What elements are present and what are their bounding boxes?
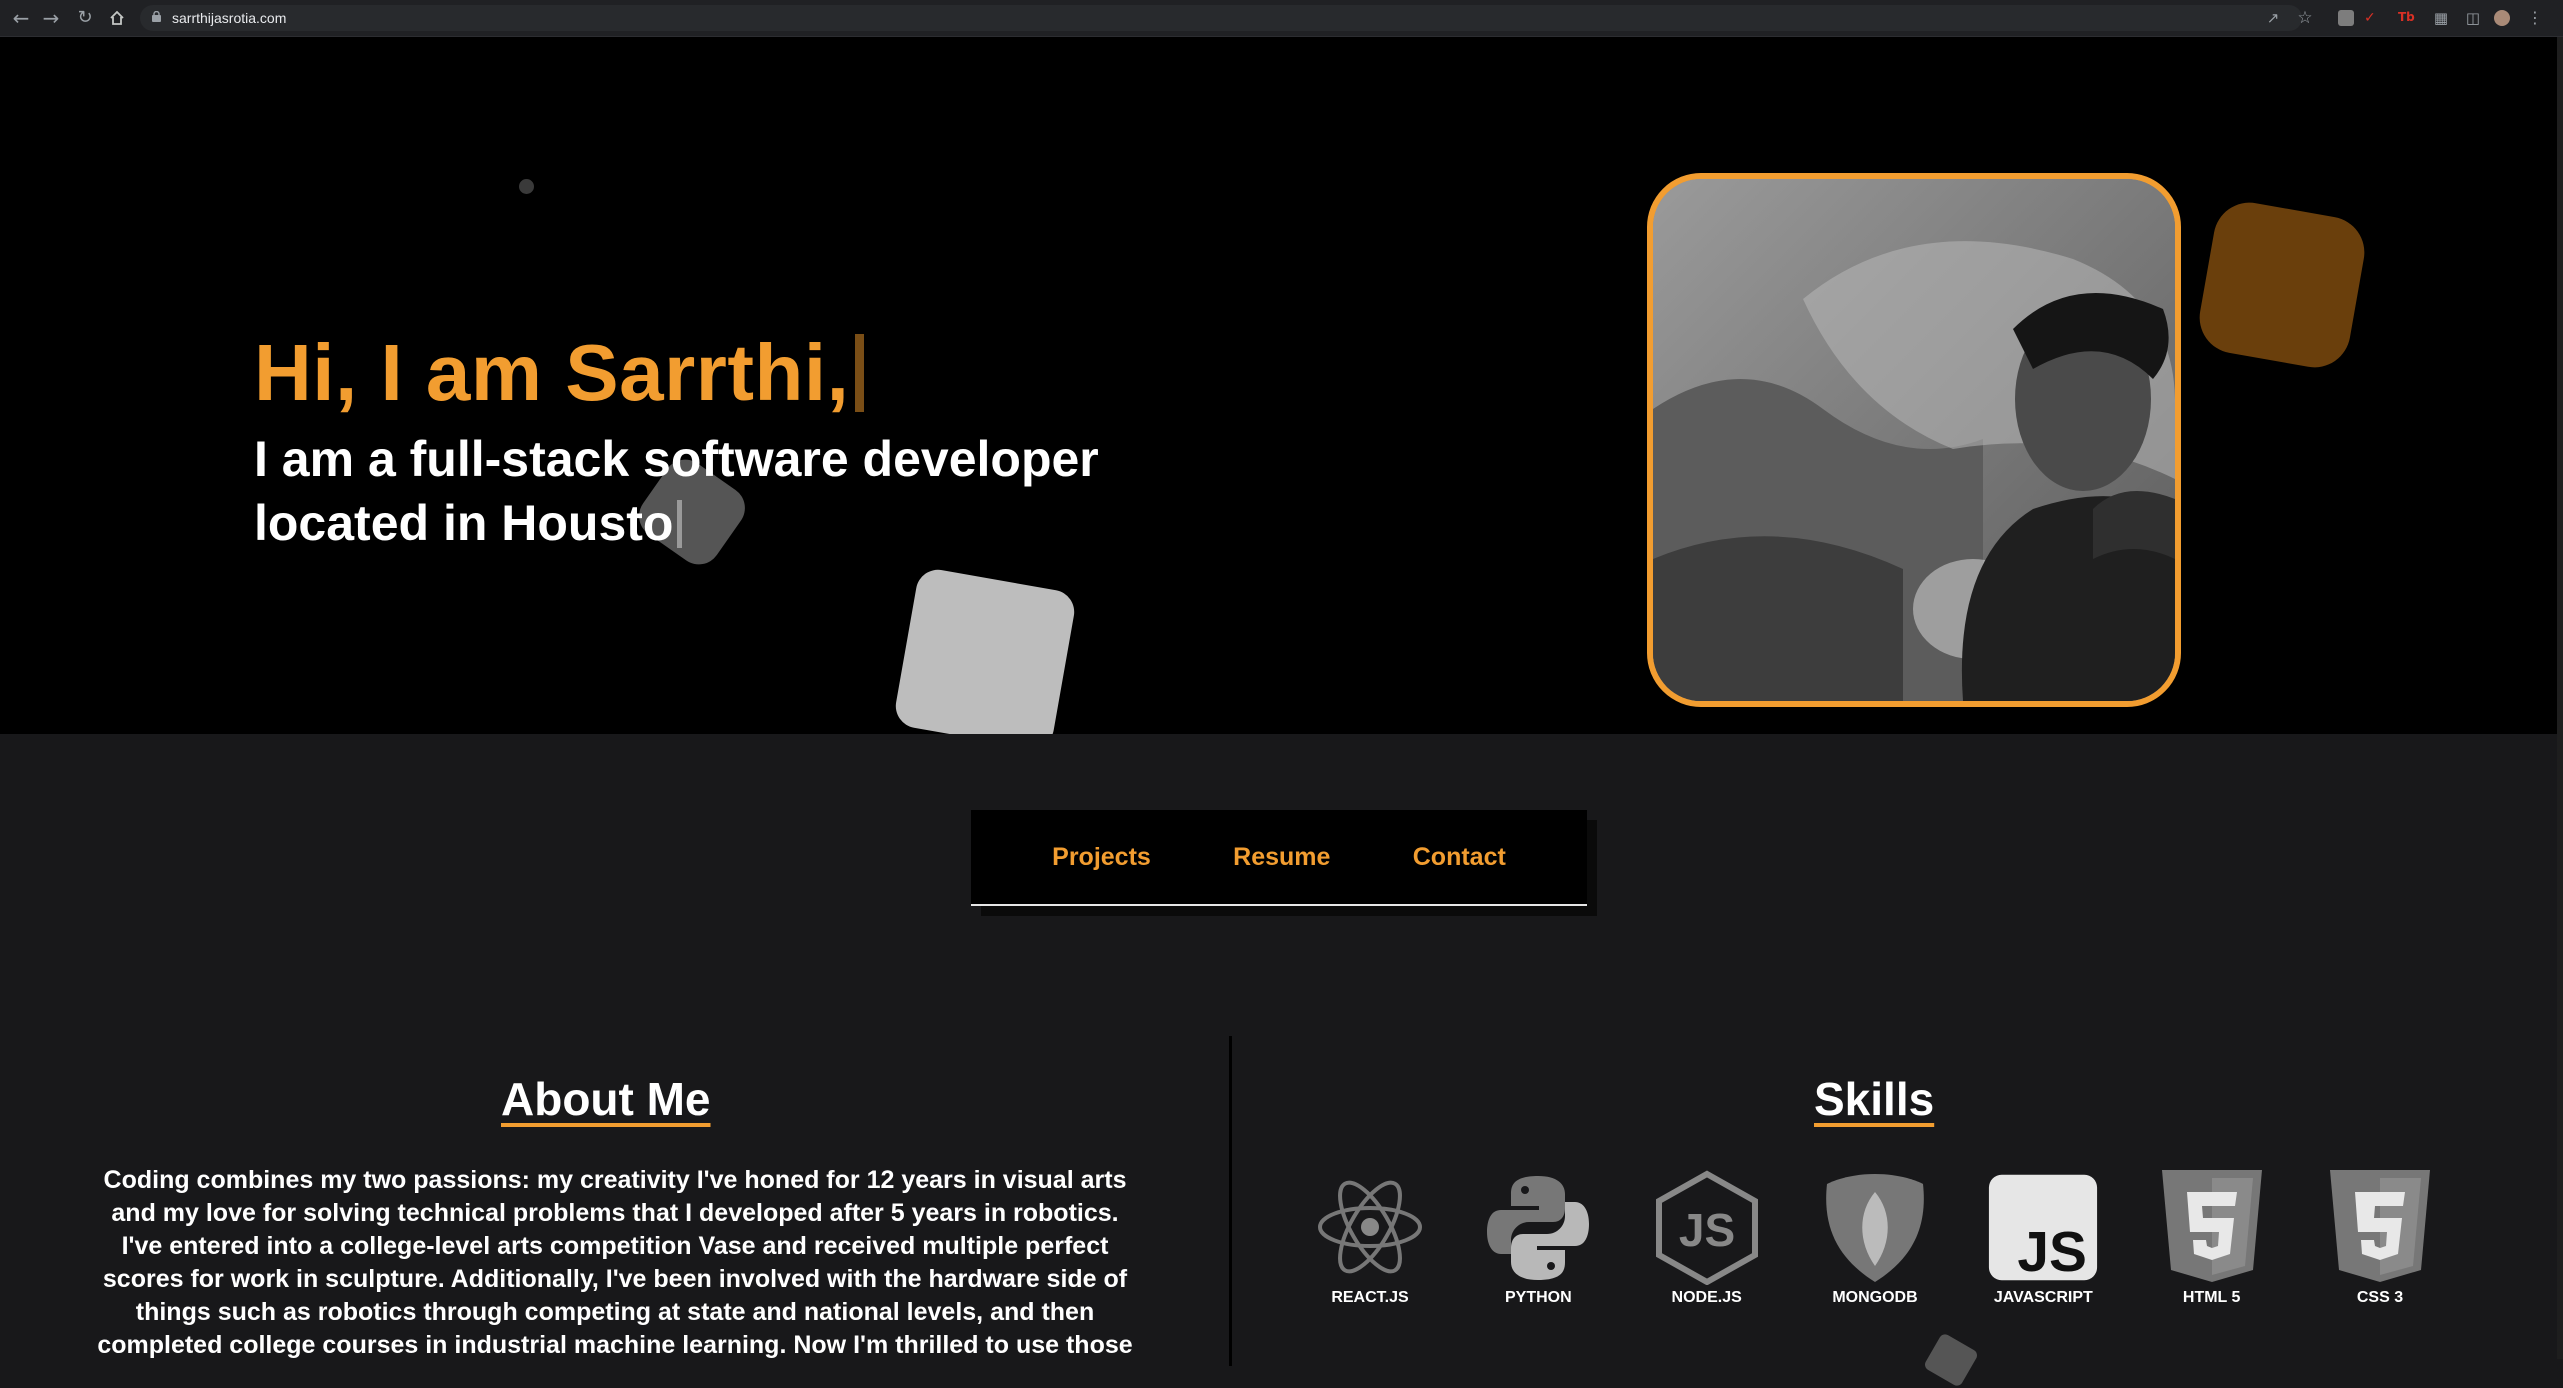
browser-toolbar: ← → ↻ sarrthijasrotia.com ↗ ☆ ✓ Tb ▦ ◫ ⋮ bbox=[0, 0, 2563, 37]
skill-label: REACT.JS bbox=[1331, 1289, 1409, 1306]
about-text: Coding combines my two passions: my crea… bbox=[97, 1166, 1133, 1359]
bookmark-star-icon[interactable]: ☆ bbox=[2294, 7, 2316, 29]
decorative-dot bbox=[519, 179, 534, 194]
section-divider bbox=[1229, 1036, 1232, 1366]
skill-item: MONGODB bbox=[1815, 1170, 1935, 1330]
greeting-text: Hi, I am Sarrthi, bbox=[254, 328, 850, 417]
css3-icon bbox=[2329, 1170, 2430, 1282]
nav-projects-link[interactable]: Projects bbox=[1052, 843, 1151, 872]
skills-title: Skills bbox=[1814, 1073, 1935, 1125]
menu-kebab-icon[interactable]: ⋮ bbox=[2524, 7, 2546, 29]
skill-item: CSS 3 bbox=[2320, 1170, 2440, 1330]
reload-icon[interactable]: ↻ bbox=[74, 7, 96, 29]
about-title: About Me bbox=[501, 1073, 711, 1125]
extension-icon[interactable] bbox=[2338, 10, 2354, 26]
skill-item: JS JAVASCRIPT bbox=[1983, 1170, 2103, 1330]
sidepanel-icon[interactable]: ◫ bbox=[2462, 7, 2484, 29]
react-icon bbox=[1318, 1180, 1422, 1274]
typing-cursor bbox=[677, 500, 683, 548]
hero-section: Hi, I am Sarrthi, I am a full-stack soft… bbox=[0, 37, 2563, 734]
html5-icon bbox=[2161, 1170, 2262, 1282]
lock-icon bbox=[152, 11, 161, 22]
scrollbar[interactable] bbox=[2557, 37, 2563, 1359]
nodejs-icon: JS bbox=[1655, 1170, 1758, 1285]
skill-label: CSS 3 bbox=[2356, 1289, 2404, 1306]
tagline-line1: I am a full-stack software developer bbox=[254, 431, 1099, 487]
profile-avatar-icon[interactable] bbox=[2494, 10, 2510, 26]
nav-resume-link[interactable]: Resume bbox=[1233, 843, 1330, 872]
pen-extension-icon[interactable]: ✓ bbox=[2364, 10, 2380, 26]
share-icon[interactable]: ↗ bbox=[2262, 7, 2284, 29]
hero-greeting: Hi, I am Sarrthi, bbox=[254, 327, 865, 419]
skill-label: MONGODB bbox=[1832, 1289, 1918, 1306]
javascript-icon: JS bbox=[1989, 1174, 2098, 1284]
python-icon bbox=[1487, 1176, 1590, 1280]
skill-label: HTML 5 bbox=[2182, 1289, 2241, 1306]
nav-contact-link[interactable]: Contact bbox=[1413, 843, 1506, 872]
skill-label: JAVASCRIPT bbox=[1993, 1289, 2093, 1306]
back-icon[interactable]: ← bbox=[10, 7, 32, 29]
skill-item: REACT.JS bbox=[1310, 1170, 1430, 1330]
address-bar[interactable] bbox=[140, 5, 2302, 31]
url-text[interactable]: sarrthijasrotia.com bbox=[172, 10, 286, 26]
decorative-shape bbox=[1922, 1332, 1980, 1388]
skill-item: HTML 5 bbox=[2152, 1170, 2272, 1330]
skills-list: REACT.JS PYTHON JS NODE.JS MONGODB JS JA… bbox=[1310, 1170, 2440, 1330]
decorative-shape bbox=[892, 566, 1078, 734]
extension-red-icon[interactable]: Tb bbox=[2398, 10, 2415, 26]
puzzle-icon[interactable]: ▦ bbox=[2430, 7, 2452, 29]
skill-label: PYTHON bbox=[1504, 1289, 1572, 1306]
svg-text:JS: JS bbox=[2018, 1221, 2088, 1284]
decorative-shape bbox=[2193, 196, 2371, 374]
forward-icon[interactable]: → bbox=[40, 7, 62, 29]
hero-tagline: I am a full-stack software developer loc… bbox=[254, 427, 1154, 555]
main-navigation: Projects Resume Contact bbox=[971, 810, 1587, 906]
typing-cursor bbox=[855, 334, 865, 412]
tagline-line2: located in Housto bbox=[254, 495, 674, 551]
svg-text:JS: JS bbox=[1679, 1204, 1735, 1256]
skill-item: PYTHON bbox=[1478, 1170, 1598, 1330]
skill-label: NODE.JS bbox=[1671, 1289, 1742, 1306]
skill-item: JS NODE.JS bbox=[1647, 1170, 1767, 1330]
home-icon[interactable] bbox=[106, 7, 128, 29]
mongodb-icon bbox=[1826, 1174, 1924, 1282]
profile-photo bbox=[1647, 173, 2181, 707]
